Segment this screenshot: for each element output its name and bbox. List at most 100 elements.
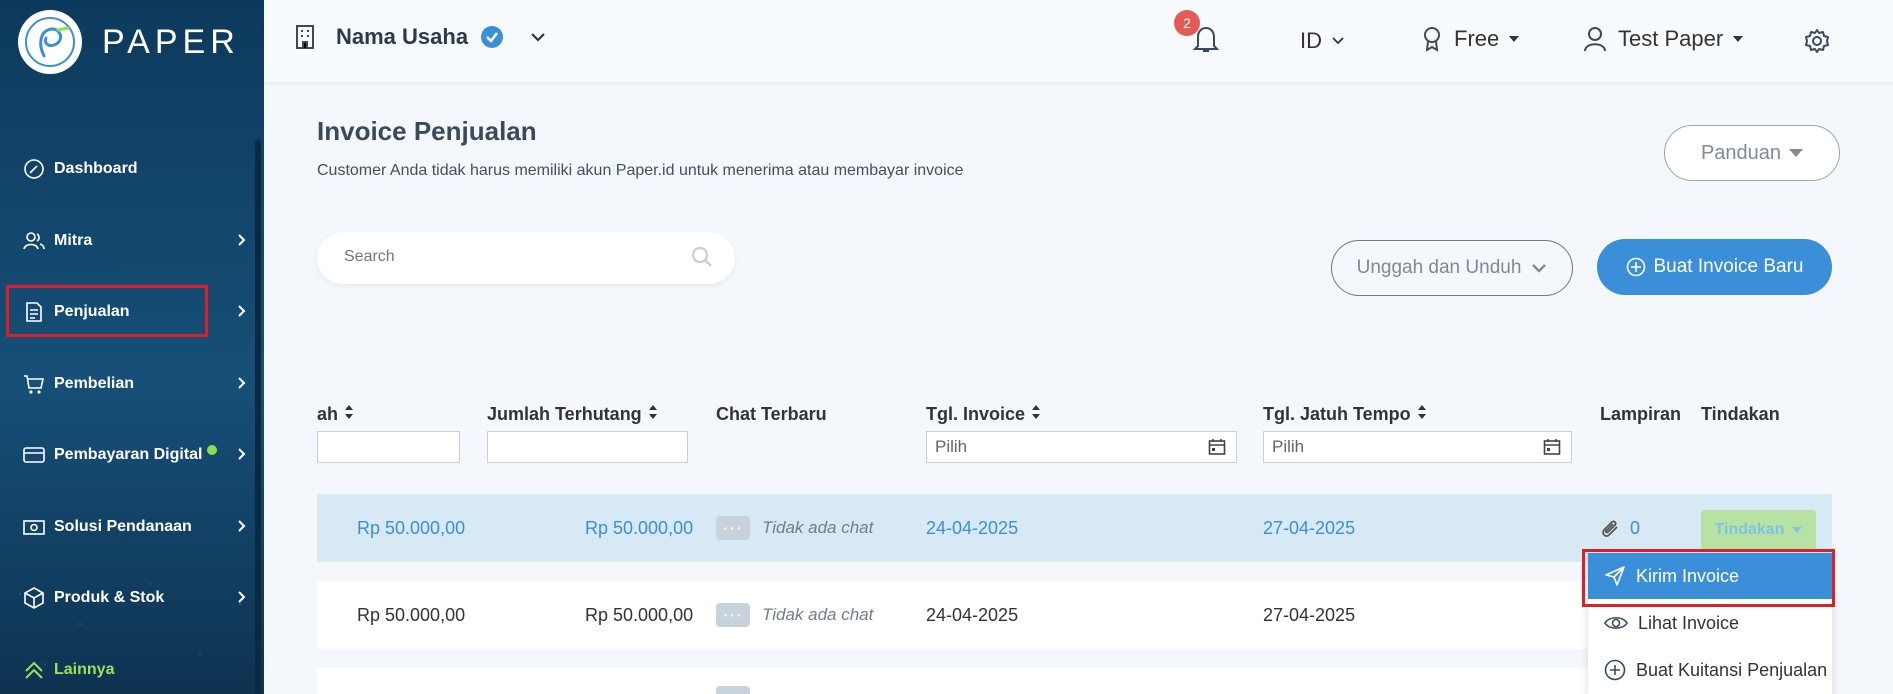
date-placeholder: Pilih xyxy=(1272,437,1305,456)
sidebar-item-pembelian[interactable]: Pembelian xyxy=(22,364,247,404)
tindakan-button[interactable]: Tindakan xyxy=(1701,510,1816,550)
business-switcher[interactable]: Nama Usaha xyxy=(294,24,546,50)
building-icon xyxy=(294,24,316,50)
chevron-down-icon xyxy=(1531,263,1547,273)
lampiran-count: 0 xyxy=(1630,517,1641,538)
sidebar-item-label: Lainnya xyxy=(54,661,115,678)
chevron-right-icon xyxy=(237,590,247,609)
notification-button[interactable]: 2 xyxy=(1174,10,1220,54)
highlight-kirim-invoice xyxy=(1582,549,1835,607)
sidebar-item-label: Pembayaran Digital xyxy=(54,446,203,463)
chevrons-up-icon xyxy=(22,658,46,682)
cell-terhutang: Rp 50.000,00 xyxy=(585,517,694,538)
language-label: ID xyxy=(1300,28,1322,53)
sidebar-item-solusi-pendanaan[interactable]: Solusi Pendanaan xyxy=(22,507,247,547)
chat-text: Tidak ada chat xyxy=(762,518,874,537)
cell-tgl-invoice: 24-04-2025 xyxy=(926,604,1019,625)
filter-tgl-jatuh-tempo-input[interactable]: Pilih xyxy=(1263,431,1572,463)
box-icon xyxy=(22,586,46,610)
filter-tgl-invoice-input[interactable]: Pilih xyxy=(926,431,1237,463)
sort-icon xyxy=(648,404,658,425)
dashboard-icon xyxy=(22,157,46,181)
unggah-unduh-button[interactable]: Unggah dan Unduh xyxy=(1331,240,1573,296)
page-subtitle: Customer Anda tidak harus memiliki akun … xyxy=(317,162,964,179)
column-header-jumlah-terhutang[interactable]: Jumlah Terhutang xyxy=(487,404,658,425)
column-header-label: Tgl. Jatuh Tempo xyxy=(1263,404,1411,424)
column-header-label: Tindakan xyxy=(1701,404,1780,424)
sidebar-item-pembayaran-digital[interactable]: Pembayaran Digital xyxy=(22,435,247,475)
column-header-tindakan: Tindakan xyxy=(1701,404,1780,425)
caret-down-icon xyxy=(1792,527,1803,533)
column-header-label: ah xyxy=(317,404,339,424)
cell-chat[interactable]: ··· Tidak ada chat xyxy=(716,581,873,649)
filter-jumlah-input[interactable] xyxy=(317,431,460,463)
logo-text: PAPER xyxy=(102,22,240,61)
sidebar-item-dashboard[interactable]: Dashboard xyxy=(22,149,247,189)
page-title: Invoice Penjualan xyxy=(317,116,537,146)
sidebar-item-label: Pembelian xyxy=(54,375,135,392)
money-icon xyxy=(22,515,46,539)
chevron-down-icon[interactable] xyxy=(530,32,546,42)
search-box xyxy=(317,232,735,284)
chat-icon: ··· xyxy=(716,603,750,627)
cell-jumlah: Rp 50.000,00 xyxy=(357,604,466,625)
menu-item-buat-kuitansi[interactable]: Buat Kuitansi Penjualan xyxy=(1588,647,1832,693)
buat-invoice-label: Buat Invoice Baru xyxy=(1653,256,1804,277)
sidebar-scrollbar[interactable] xyxy=(255,140,261,694)
sidebar-item-label: Produk & Stok xyxy=(54,589,165,606)
column-header-tgl-invoice[interactable]: Tgl. Invoice xyxy=(926,404,1041,425)
sort-icon xyxy=(1031,404,1041,425)
caret-down-icon xyxy=(1789,149,1804,157)
user-icon xyxy=(1584,26,1606,52)
column-header-label: Chat Terbaru xyxy=(716,404,827,424)
cell-chat[interactable]: ··· Tidak ada chat xyxy=(716,494,873,562)
tindakan-label: Tindakan xyxy=(1714,521,1785,538)
users-icon xyxy=(22,229,46,253)
plus-circle-icon xyxy=(1626,257,1646,277)
search-input[interactable] xyxy=(342,247,676,267)
cell-tgl-jatuh-tempo: 27-04-2025 xyxy=(1263,517,1356,538)
user-menu[interactable]: Test Paper xyxy=(1584,26,1744,52)
chevron-right-icon xyxy=(237,304,247,323)
cell-tgl-invoice: 24-04-2025 xyxy=(926,517,1019,538)
notification-badge: 2 xyxy=(1174,10,1200,36)
panduan-label: Panduan xyxy=(1700,141,1782,164)
card-icon xyxy=(22,443,46,467)
search-icon[interactable] xyxy=(691,246,713,273)
sidebar-item-lainnya[interactable]: Lainnya xyxy=(22,650,247,690)
business-name: Nama Usaha xyxy=(336,24,469,49)
plus-circle-icon xyxy=(1604,659,1626,681)
chevron-down-icon xyxy=(1332,37,1344,45)
caret-down-icon xyxy=(1509,36,1520,42)
chevron-right-icon xyxy=(237,376,247,395)
sidebar-item-label: Solusi Pendanaan xyxy=(54,518,192,535)
award-icon xyxy=(1422,26,1442,52)
language-selector[interactable]: ID xyxy=(1300,28,1344,54)
app-logo[interactable]: PAPER xyxy=(18,10,240,74)
sort-icon xyxy=(344,404,354,425)
topbar: Nama Usaha 2 ID Free Test Paper xyxy=(264,0,1893,82)
column-header-lampiran: Lampiran xyxy=(1600,404,1681,425)
sidebar-item-label: Dashboard xyxy=(54,160,138,177)
date-placeholder: Pilih xyxy=(935,437,968,456)
sidebar-item-produk-stok[interactable]: Produk & Stok xyxy=(22,578,247,618)
cell-terhutang: Rp 50.000,00 xyxy=(585,604,694,625)
user-name: Test Paper xyxy=(1618,26,1724,51)
sidebar-item-mitra[interactable]: Mitra xyxy=(22,221,247,261)
column-header-jumlah[interactable]: ah xyxy=(317,404,354,425)
buat-invoice-baru-button[interactable]: Buat Invoice Baru xyxy=(1597,239,1832,295)
plan-label: Free xyxy=(1454,26,1500,51)
column-header-tgl-jatuh-tempo[interactable]: Tgl. Jatuh Tempo xyxy=(1263,404,1427,425)
gear-icon xyxy=(1804,28,1830,54)
filter-terhutang-input[interactable] xyxy=(487,431,688,463)
plan-selector[interactable]: Free xyxy=(1422,26,1520,52)
sidebar: PAPER Dashboard Mitra Penjualan Pembelia… xyxy=(0,0,264,694)
sidebar-item-label: Mitra xyxy=(54,232,93,249)
cell-tgl-jatuh-tempo: 27-04-2025 xyxy=(1263,604,1356,625)
menu-item-label: Lihat Invoice xyxy=(1638,612,1740,633)
settings-button[interactable] xyxy=(1804,28,1830,54)
chevron-right-icon xyxy=(237,447,247,466)
chevron-right-icon xyxy=(237,519,247,538)
caret-down-icon xyxy=(1733,36,1744,42)
panduan-button[interactable]: Panduan xyxy=(1664,125,1840,181)
